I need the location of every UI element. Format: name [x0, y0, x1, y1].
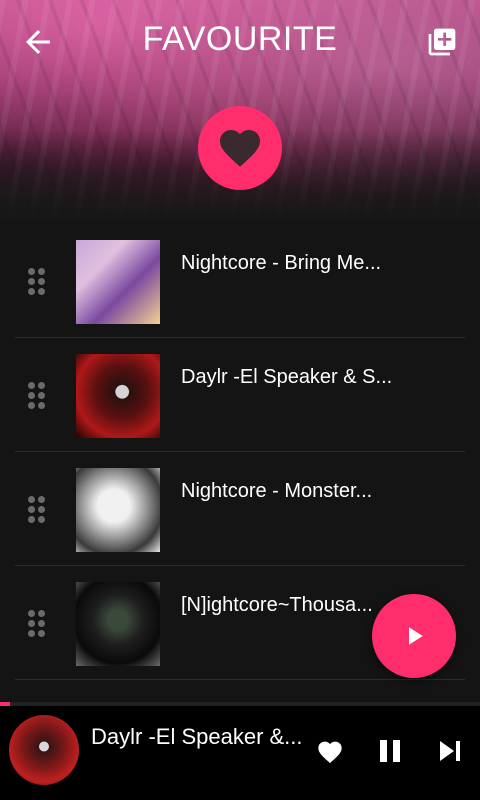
drag-handle-icon[interactable] — [28, 268, 48, 298]
heart-icon — [318, 741, 342, 764]
song-artwork — [76, 582, 160, 666]
song-artwork — [76, 468, 160, 552]
list-item[interactable]: Nightcore - Bring Me... — [0, 224, 480, 338]
list-item[interactable]: Daylr -El Speaker & S... — [0, 338, 480, 452]
playback-progress-bar[interactable] — [0, 702, 480, 706]
play-all-button[interactable] — [372, 594, 456, 678]
add-to-playlist-button[interactable] — [426, 26, 458, 58]
skip-next-icon — [440, 741, 460, 761]
playback-progress-fill — [0, 702, 10, 706]
pause-button[interactable] — [378, 738, 402, 764]
header: FAVOURITE — [0, 0, 480, 220]
pause-icon — [380, 740, 400, 762]
song-artwork — [76, 240, 160, 324]
drag-handle-icon[interactable] — [28, 610, 48, 640]
song-title: Nightcore - Bring Me... — [181, 252, 382, 274]
playlist-add-icon — [428, 28, 456, 56]
song-title: Nightcore - Monster... — [181, 480, 373, 502]
song-title: Daylr -El Speaker & S... — [181, 366, 393, 388]
favourite-badge — [198, 106, 282, 190]
now-playing-title: Daylr -El Speaker &... — [91, 724, 303, 749]
song-artwork — [76, 354, 160, 438]
now-playing-artwork — [9, 715, 79, 785]
next-button[interactable] — [438, 738, 462, 764]
heart-icon — [220, 130, 260, 167]
favourite-button[interactable] — [316, 738, 344, 764]
mini-player[interactable]: Daylr -El Speaker &... — [0, 702, 480, 800]
drag-handle-icon[interactable] — [28, 496, 48, 526]
page-title: FAVOURITE — [142, 20, 338, 58]
list-item[interactable]: Nightcore - Monster... — [0, 452, 480, 566]
drag-handle-icon[interactable] — [28, 382, 48, 412]
play-icon — [409, 627, 423, 645]
